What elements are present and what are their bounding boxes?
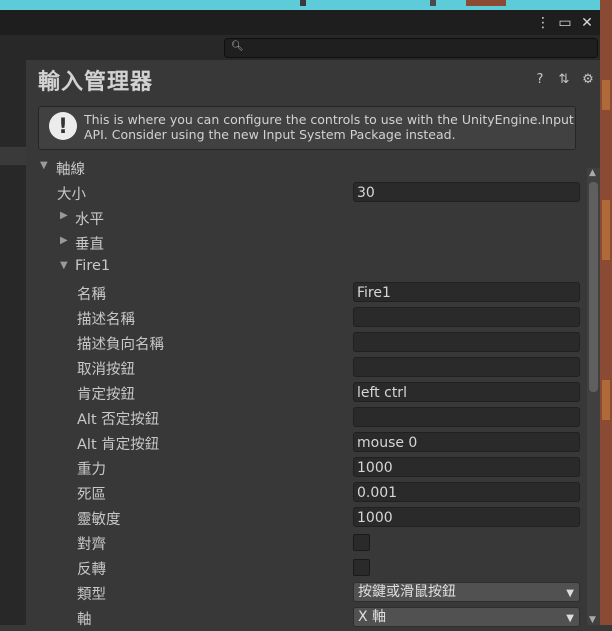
axis-group-vertical[interactable]: ▶ 垂直 xyxy=(26,231,586,256)
type-dropdown-value: 按鍵或滑鼠按鈕 xyxy=(358,584,456,600)
alt-positive-button-field[interactable]: mouse 0 xyxy=(353,432,580,452)
alt-positive-button-row: Alt 肯定按鈕 mouse 0 xyxy=(26,431,586,456)
scrollbar-thumb[interactable] xyxy=(589,182,598,392)
descriptive-name-label: 描述名稱 xyxy=(77,312,135,328)
sensitivity-row: 靈敏度 1000 xyxy=(26,506,586,531)
dead-zone-label: 死區 xyxy=(77,487,106,503)
sensitivity-label: 靈敏度 xyxy=(77,512,121,528)
gravity-label: 重力 xyxy=(77,462,106,478)
descriptive-name-field[interactable] xyxy=(353,307,580,327)
alt-negative-button-row: Alt 否定按鈕 xyxy=(26,406,586,431)
size-label: 大小 xyxy=(57,187,86,203)
chevron-down-icon[interactable]: ▼ xyxy=(40,160,48,171)
background-scene-strip xyxy=(0,0,612,10)
name-field[interactable]: Fire1 xyxy=(353,282,580,302)
search-input[interactable]: 🔍︎ xyxy=(224,38,598,58)
alt-positive-button-label: Alt 肯定按鈕 xyxy=(77,437,160,453)
positive-button-label: 肯定按鈕 xyxy=(77,387,135,403)
scroll-up-icon[interactable]: ▲ xyxy=(589,168,596,178)
alt-negative-button-label: Alt 否定按鈕 xyxy=(77,412,160,428)
vertical-scrollbar[interactable]: ▲ ▼ xyxy=(587,168,600,625)
negative-button-field[interactable] xyxy=(353,357,580,377)
alt-negative-button-field[interactable] xyxy=(353,407,580,427)
size-row: 大小 30 xyxy=(26,181,586,206)
settings-icon[interactable]: ⚙ xyxy=(580,72,596,87)
help-icon[interactable]: ? xyxy=(532,72,548,87)
name-label: 名稱 xyxy=(77,287,106,303)
axis-label: 軸 xyxy=(77,612,92,628)
axis-group-horizontal[interactable]: ▶ 水平 xyxy=(26,206,586,231)
chevron-right-icon[interactable]: ▶ xyxy=(60,235,68,246)
chevron-down-icon[interactable]: ▼ xyxy=(60,260,68,271)
input-manager-panel: 輸入管理器 ? ⇅ ⚙ ! This is where you can conf… xyxy=(26,60,600,628)
dropdown-caret-icon: ▼ xyxy=(566,588,574,599)
preset-icon[interactable]: ⇅ xyxy=(556,72,572,87)
snap-label: 對齊 xyxy=(77,537,106,553)
axis-group-label: 水平 xyxy=(75,212,104,228)
descriptive-name-row: 描述名稱 xyxy=(26,306,586,331)
name-row: 名稱 Fire1 xyxy=(26,281,586,306)
type-label: 類型 xyxy=(77,587,106,603)
negative-button-label: 取消按鈕 xyxy=(77,362,135,378)
close-icon[interactable]: ✕ xyxy=(580,15,594,31)
invert-row: 反轉 xyxy=(26,556,586,581)
warning-icon: ! xyxy=(49,112,77,140)
axis-dropdown-value: X 軸 xyxy=(358,609,387,625)
gravity-field[interactable]: 1000 xyxy=(353,457,580,477)
descriptive-negative-name-row: 描述負向名稱 xyxy=(26,331,586,356)
axes-foldout[interactable]: ▼ 軸線 xyxy=(26,156,586,181)
window-titlebar: ⋮ ▭ ✕ xyxy=(0,10,600,35)
size-field[interactable]: 30 xyxy=(353,182,580,202)
invert-label: 反轉 xyxy=(77,562,106,578)
dead-zone-field[interactable]: 0.001 xyxy=(353,482,580,502)
help-box: ! This is where you can configure the co… xyxy=(38,106,576,150)
positive-button-field[interactable]: left ctrl xyxy=(353,382,580,402)
descriptive-negative-name-label: 描述負向名稱 xyxy=(77,337,164,353)
sidebar-item-selected[interactable] xyxy=(0,147,26,165)
kebab-menu-icon[interactable]: ⋮ xyxy=(536,15,550,31)
axis-group-label: Fire1 xyxy=(75,258,111,274)
search-icon: 🔍︎ xyxy=(231,41,244,52)
negative-button-row: 取消按鈕 xyxy=(26,356,586,381)
axis-group-fire1[interactable]: ▼ Fire1 xyxy=(26,256,586,281)
gravity-row: 重力 1000 xyxy=(26,456,586,481)
type-dropdown[interactable]: 按鍵或滑鼠按鈕 ▼ xyxy=(353,582,580,602)
maximize-icon[interactable]: ▭ xyxy=(558,15,572,31)
axis-row: 軸 X 軸 ▼ xyxy=(26,606,586,631)
axis-group-label: 垂直 xyxy=(75,237,104,253)
page-title: 輸入管理器 xyxy=(38,70,154,95)
scroll-down-icon[interactable]: ▼ xyxy=(589,615,596,625)
type-row: 類型 按鍵或滑鼠按鈕 ▼ xyxy=(26,581,586,606)
invert-checkbox[interactable] xyxy=(353,559,370,576)
help-message: This is where you can configure the cont… xyxy=(84,112,574,142)
background-scene-right xyxy=(600,0,612,625)
sensitivity-field[interactable]: 1000 xyxy=(353,507,580,527)
dead-zone-row: 死區 0.001 xyxy=(26,481,586,506)
axis-dropdown[interactable]: X 軸 ▼ xyxy=(353,607,580,627)
axes-label: 軸線 xyxy=(56,162,85,178)
snap-row: 對齊 xyxy=(26,531,586,556)
dropdown-caret-icon: ▼ xyxy=(566,613,574,624)
descriptive-negative-name-field[interactable] xyxy=(353,332,580,352)
project-settings-sidebar[interactable] xyxy=(0,35,26,625)
chevron-right-icon[interactable]: ▶ xyxy=(60,210,68,221)
positive-button-row: 肯定按鈕 left ctrl xyxy=(26,381,586,406)
search-bar: 🔍︎ xyxy=(26,35,600,61)
snap-checkbox[interactable] xyxy=(353,534,370,551)
